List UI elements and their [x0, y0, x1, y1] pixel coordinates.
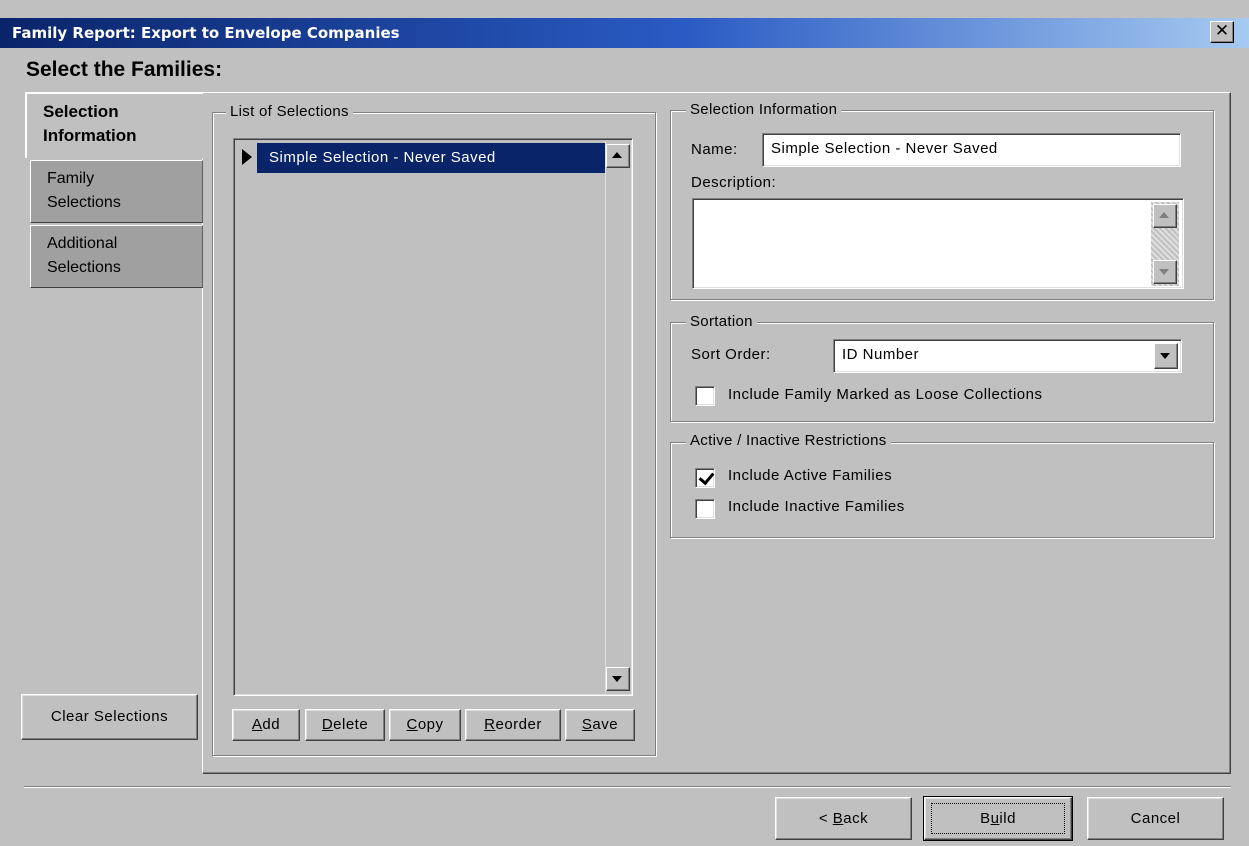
cancel-label: Cancel — [1130, 810, 1181, 827]
btn-accel: S — [581, 716, 593, 733]
selection-information-legend: Selection Information — [686, 101, 842, 118]
btn-accel: C — [406, 716, 418, 733]
btn-accel: R — [484, 716, 496, 733]
btn-text: elete — [333, 716, 369, 733]
tab-label-line2: Information — [43, 126, 137, 145]
chevron-down-icon — [1160, 353, 1170, 359]
btn-accel: B — [832, 810, 844, 827]
description-scroll-up-button[interactable] — [1153, 204, 1177, 228]
btn-text: opy — [417, 716, 444, 733]
include-loose-checkbox[interactable] — [695, 386, 715, 406]
row-indicator — [237, 143, 257, 173]
btn-accel: A — [251, 716, 263, 733]
tab-selection-information[interactable]: Selection Information — [25, 92, 203, 158]
include-active-label: Include Active Families — [728, 467, 893, 484]
current-row-arrow-icon — [242, 149, 252, 165]
list-scroll-down-button[interactable] — [606, 667, 630, 691]
copy-button[interactable]: Copy — [389, 709, 461, 741]
focus-rect — [931, 803, 1065, 834]
tab-label-line2: Selections — [47, 194, 121, 211]
footer-separator — [24, 786, 1231, 788]
clear-selections-button[interactable]: Clear Selections — [21, 694, 198, 740]
close-icon: ✕ — [1214, 21, 1230, 41]
list-scroll-up-button[interactable] — [606, 144, 630, 168]
tab-label-line1: Selection — [43, 102, 119, 121]
add-button[interactable]: Add — [232, 709, 300, 741]
sort-order-select[interactable]: ID Number — [833, 339, 1182, 373]
list-of-selections-legend: List of Selections — [226, 103, 353, 120]
clear-selections-label: Clear Selections — [50, 708, 169, 725]
arrow-down-icon — [612, 676, 622, 682]
title-bar: Family Report: Export to Envelope Compan… — [0, 18, 1249, 48]
window-title: Family Report: Export to Envelope Compan… — [12, 24, 400, 42]
btn-text: ave — [592, 716, 619, 733]
include-inactive-checkbox[interactable] — [695, 499, 715, 519]
tab-label-line2: Selections — [47, 259, 121, 276]
checkmark-icon — [698, 468, 715, 486]
tab-label-line1: Family — [47, 170, 95, 187]
description-scroll-down-button[interactable] — [1153, 260, 1177, 284]
arrow-up-icon — [1159, 212, 1169, 218]
tab-label-line1: Additional — [47, 235, 118, 252]
btn-text: eorder — [495, 716, 542, 733]
include-inactive-label: Include Inactive Families — [728, 498, 905, 515]
tab-family-selections[interactable]: Family Selections — [30, 160, 203, 223]
back-button[interactable]: < Back — [775, 797, 912, 840]
save-button[interactable]: Save — [565, 709, 635, 741]
list-scrollbar[interactable] — [605, 141, 631, 693]
list-item[interactable]: Simple Selection - Never Saved — [237, 143, 607, 173]
restrictions-group — [670, 442, 1214, 538]
restrictions-legend: Active / Inactive Restrictions — [686, 432, 891, 449]
selections-list[interactable] — [233, 138, 633, 696]
description-textarea[interactable] — [692, 198, 1184, 289]
btn-accel: D — [321, 716, 334, 733]
include-active-checkbox[interactable] — [695, 468, 715, 488]
sort-order-dropdown-button[interactable] — [1154, 343, 1178, 369]
description-label: Description: — [691, 174, 777, 191]
btn-text: dd — [262, 716, 281, 733]
arrow-down-icon — [1159, 269, 1169, 275]
include-loose-label: Include Family Marked as Loose Collectio… — [728, 386, 1043, 403]
name-input[interactable]: Simple Selection - Never Saved — [762, 133, 1181, 167]
reorder-button[interactable]: Reorder — [465, 709, 561, 741]
arrow-up-icon — [612, 152, 622, 158]
tab-additional-selections[interactable]: Additional Selections — [30, 225, 203, 288]
cancel-button[interactable]: Cancel — [1087, 797, 1224, 840]
delete-button[interactable]: Delete — [305, 709, 385, 741]
page-heading: Select the Families: — [26, 58, 223, 81]
list-item-label: Simple Selection - Never Saved — [257, 143, 607, 173]
close-button[interactable]: ✕ — [1210, 21, 1234, 43]
name-input-value: Simple Selection - Never Saved — [771, 140, 998, 157]
sort-order-value: ID Number — [842, 346, 920, 363]
sortation-legend: Sortation — [686, 313, 757, 330]
name-label: Name: — [691, 141, 738, 158]
btn-text: ack — [843, 810, 869, 827]
build-button[interactable]: Build — [923, 796, 1073, 841]
btn-text: < — [818, 810, 833, 827]
sort-order-label: Sort Order: — [691, 346, 771, 363]
